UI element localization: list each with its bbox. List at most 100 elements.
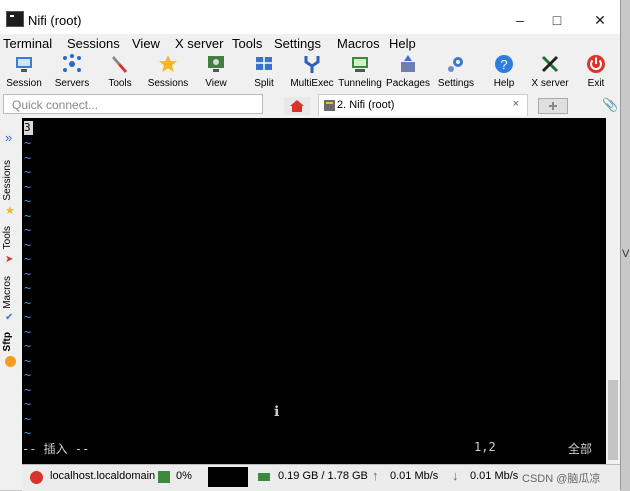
terminal-scrollbar[interactable] [606, 118, 620, 464]
menu-sessions[interactable]: Sessions [67, 36, 120, 51]
text-cursor-icon: ℹ [274, 404, 280, 420]
terminal-cursor: 3 [24, 121, 33, 135]
menu-view[interactable]: View [132, 36, 160, 51]
sidebar-tab-sftp[interactable]: Sftp [2, 332, 13, 351]
status-cpu: 0% [176, 470, 192, 482]
menu-settings[interactable]: Settings [274, 36, 321, 51]
tilde-line: ~ [24, 426, 32, 440]
exit-button[interactable]: Exit [570, 54, 622, 94]
xserver-icon [541, 55, 559, 73]
tilde-line: ~ [24, 296, 32, 310]
sidebar-tab-macros[interactable]: Macros [2, 276, 13, 309]
sftp-icon [5, 356, 16, 367]
cpu-icon [158, 471, 170, 483]
home-tab[interactable] [284, 97, 310, 115]
terminal-area[interactable]: 3 ~ ~ ~ ~ ~ ~ ~ ~ ~ ~ ~ ~ ~ ~ ~ ~ ~ ~ ~ … [22, 118, 606, 464]
tools-icon [112, 56, 127, 73]
sessions-button[interactable]: Sessions [142, 54, 194, 94]
star-icon [159, 55, 177, 72]
menu-bar: Terminal Sessions View X server Tools Se… [0, 34, 620, 52]
session-tab[interactable]: 2. Nifi (root) × [318, 94, 528, 116]
vim-mode-indicator: -- 插入 -- [22, 442, 90, 456]
settings-button[interactable]: Settings [430, 54, 482, 94]
split-icon [256, 57, 272, 70]
chevron-right-icon[interactable]: » [5, 130, 12, 145]
close-icon[interactable]: ✕ [590, 10, 610, 30]
tilde-line: ~ [24, 383, 32, 397]
tilde-line: ~ [24, 281, 32, 295]
session-button[interactable]: Session [0, 54, 50, 94]
tilde-line: ~ [24, 267, 32, 281]
new-tab-button[interactable] [538, 98, 568, 114]
host-icon [30, 471, 43, 484]
tools-icon: ➤ [5, 254, 14, 265]
menu-tools[interactable]: Tools [232, 36, 262, 51]
sidebar-tab-tools[interactable]: Tools [2, 226, 13, 249]
tilde-line: ~ [24, 354, 32, 368]
xserver-button[interactable]: X server [524, 54, 576, 94]
tilde-line: ~ [24, 368, 32, 382]
menu-xserver[interactable]: X server [175, 36, 223, 51]
window-title: Nifi (root) [28, 13, 82, 28]
star-icon: ★ [5, 205, 15, 217]
status-host: localhost.localdomain [50, 470, 156, 482]
power-icon [587, 55, 605, 73]
svg-text:?: ? [500, 57, 507, 72]
tilde-line: ~ [24, 339, 32, 353]
tilde-line: ~ [24, 412, 32, 426]
plus-icon [549, 102, 557, 110]
maximize-icon[interactable]: □ [547, 10, 567, 30]
tilde-line: ~ [24, 310, 32, 324]
tilde-line: ~ [24, 151, 32, 165]
side-panel: » Sessions ★ Tools ➤ Macros ✔ Sftp [0, 118, 22, 464]
tilde-line: ~ [24, 325, 32, 339]
tilde-line: ~ [24, 209, 32, 223]
status-memory: 0.19 GB / 1.78 GB [278, 470, 368, 482]
status-download: 0.01 Mb/s [470, 470, 519, 482]
tab-close-icon[interactable]: × [513, 98, 519, 110]
scroll-scope: 全部 [568, 442, 593, 456]
status-bar: localhost.localdomain 0% 0.19 GB / 1.78 … [22, 464, 620, 491]
home-icon [290, 100, 304, 112]
session-tab-label: 2. Nifi (root) [337, 99, 395, 111]
tunneling-button[interactable]: Tunneling [334, 54, 386, 94]
tunneling-icon [352, 57, 368, 72]
paperclip-icon[interactable]: 📎 [602, 97, 618, 113]
app-icon [6, 11, 24, 27]
tilde-line: ~ [24, 136, 32, 150]
tilde-line: ~ [24, 180, 32, 194]
split-button[interactable]: Split [238, 54, 290, 94]
minimize-icon[interactable]: – [510, 10, 530, 30]
scrollbar-thumb[interactable] [608, 380, 618, 460]
upload-icon: ↑ [372, 468, 379, 483]
session-icon [16, 57, 32, 72]
menu-macros[interactable]: Macros [337, 36, 380, 51]
menu-help[interactable]: Help [389, 36, 416, 51]
macro-icon: ✔ [5, 312, 14, 323]
background-glyph: V [622, 248, 630, 260]
tilde-line: ~ [24, 165, 32, 179]
help-button[interactable]: ? Help [478, 54, 530, 94]
tools-button[interactable]: Tools [94, 54, 146, 94]
tilde-line: ~ [24, 397, 32, 411]
tilde-line: ~ [24, 194, 32, 208]
servers-button[interactable]: Servers [46, 54, 98, 94]
mobaxterm-window: Nifi (root) – □ ✕ Terminal Sessions View… [0, 0, 621, 491]
sidebar-tab-sessions[interactable]: Sessions [2, 160, 13, 201]
status-upload: 0.01 Mb/s [390, 470, 439, 482]
menu-terminal[interactable]: Terminal [3, 36, 52, 51]
quick-connect-input[interactable]: Quick connect... [3, 94, 263, 114]
tilde-line: ~ [24, 223, 32, 237]
tilde-line: ~ [24, 238, 32, 252]
watermark: CSDN @脑瓜凉 [522, 473, 601, 485]
view-icon [208, 56, 224, 72]
terminal-tab-icon [324, 100, 335, 111]
quick-connect-bar: Quick connect... 2. Nifi (root) × 📎 [0, 94, 620, 118]
gear-icon [448, 57, 463, 72]
view-button[interactable]: View [190, 54, 242, 94]
tilde-line: ~ [24, 252, 32, 266]
packages-button[interactable]: Packages [382, 54, 434, 94]
toolbar: Session Servers Tools Sessions View Spli… [0, 52, 620, 94]
multiexec-button[interactable]: MultiExec [286, 54, 338, 94]
download-icon: ↓ [452, 468, 459, 483]
